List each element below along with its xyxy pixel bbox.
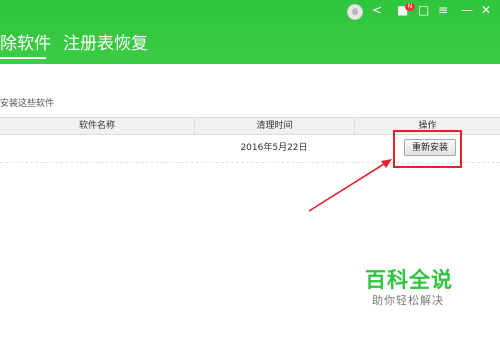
watermark-title: 百科全说 [365, 268, 453, 292]
watermark-subtitle: 助你轻松解决 [372, 294, 444, 307]
